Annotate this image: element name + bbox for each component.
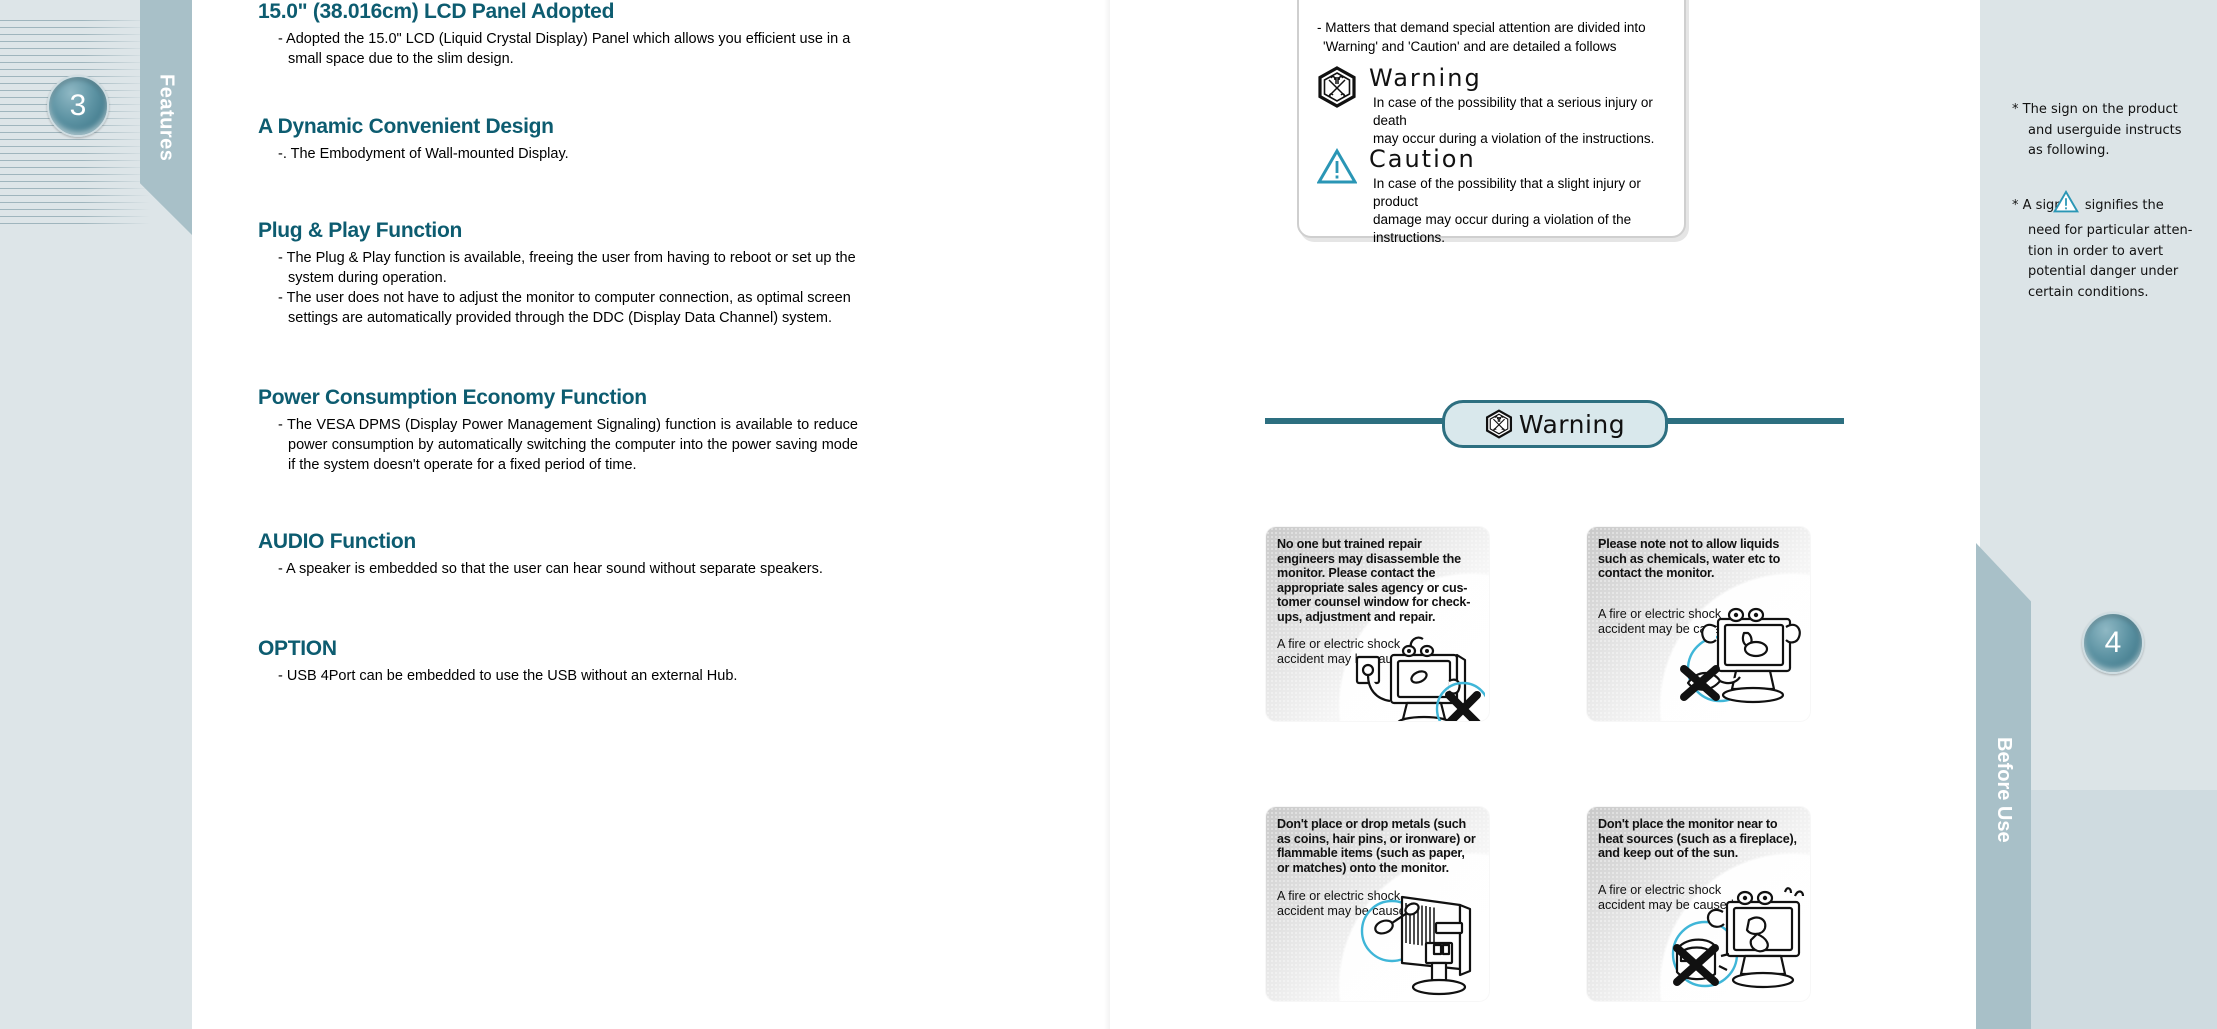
note-line-2: need for particular atten- (2028, 223, 2193, 238)
annotation-note: * The sign on the product and userguide … (2012, 100, 2202, 162)
note-marker: * (2012, 102, 2019, 117)
section-bullet: - The user does not have to adjust the m… (278, 290, 851, 326)
notice-intro-line-2: 'Warning' and 'Caution' and are detailed… (1323, 39, 1617, 54)
page-number-right: 4 (2082, 612, 2144, 674)
warning-sign-definition: Warning In case of the possibility that … (1317, 64, 1669, 148)
sidebar-tab-before-use-label: Before Use (1993, 737, 2015, 843)
caution-sign-body-line-2: damage may occur during a violation of t… (1373, 212, 1632, 245)
annotation-note: * A sign signifies the need for particul… (2012, 189, 2202, 304)
monitor-heat-source-illustration (1671, 887, 1805, 989)
note-marker: * (2012, 197, 2019, 213)
section-banner-label: Warning (1518, 409, 1626, 439)
monitor-plug-character-illustration (1355, 636, 1485, 721)
note-line-5: certain conditions. (2028, 284, 2149, 300)
warning-card-heading: Please note not to allow liquids such as… (1598, 537, 1781, 581)
section-audio-function: AUDIO Function - A speaker is embedded s… (258, 530, 858, 579)
banner-rule-right (1654, 418, 1844, 424)
warning-card: Don't place or drop metals (such as coin… (1266, 807, 1489, 1001)
notice-intro-line-1: - Matters that demand special attention … (1317, 20, 1646, 35)
section-banner-warning: Warning (1442, 400, 1668, 448)
section-bullet: - The VESA DPMS (Display Power Managemen… (278, 417, 858, 473)
section-bullet: - A speaker is embedded so that the user… (278, 561, 823, 577)
warning-card-heading: Don't place or drop metals (such as coin… (1277, 817, 1476, 875)
banner-rule-left (1265, 418, 1450, 424)
monitor-vent-metal-drop-illustration (1360, 895, 1472, 996)
section-dynamic-design: A Dynamic Convenient Design -. The Embod… (258, 115, 858, 164)
warning-caution-definition-box: - Matters that demand special attention … (1297, 0, 1686, 245)
caution-sign-title: Caution (1369, 145, 1476, 173)
section-title: AUDIO Function (258, 530, 416, 553)
note-post: signifies the (2084, 197, 2164, 213)
warning-hex-icon (1485, 409, 1513, 439)
section-option: OPTION - USB 4Port can be embedded to us… (258, 637, 858, 686)
monitor-liquid-spill-illustration (1680, 607, 1801, 704)
notice-intro: - Matters that demand special attention … (1317, 18, 1667, 56)
section-title: A Dynamic Convenient Design (258, 115, 554, 138)
section-bullet: - Adopted the 15.0" LCD (Liquid Crystal … (278, 31, 851, 67)
section-plug-and-play: Plug & Play Function - The Plug & Play f… (258, 219, 858, 328)
caution-sign-body-line-1: In case of the possibility that a slight… (1373, 176, 1641, 209)
note-line-2: and userguide instructs (2028, 122, 2182, 138)
note-line-3: as following. (2028, 143, 2110, 158)
caution-triangle-icon (1316, 148, 1358, 191)
warning-card: Don't place the monitor near to heat sou… (1587, 807, 1810, 1001)
warning-hex-icon (1317, 66, 1357, 108)
note-line-4: potential danger under (2028, 264, 2179, 279)
section-title: Power Consumption Economy Function (258, 386, 647, 409)
section-lcd-panel: 15.0" (38.016cm) LCD Panel Adopted - Ado… (258, 0, 858, 69)
warning-card: Please note not to allow liquids such as… (1587, 527, 1810, 721)
section-power-consumption: Power Consumption Economy Function - The… (258, 386, 858, 475)
features-article: 15.0" (38.016cm) LCD Panel Adopted - Ado… (258, 0, 858, 722)
warning-card: No one but trained repair engineers may … (1266, 527, 1489, 721)
sidebar-tab-features-label: Features (155, 73, 178, 162)
right-decorative-panel-inner (2014, 790, 2217, 1029)
note-line-3: tion in order to avert (2028, 243, 2164, 259)
right-annotations: * The sign on the product and userguide … (2012, 100, 2202, 321)
section-title: 15.0" (38.016cm) LCD Panel Adopted (258, 0, 615, 23)
note-line-1: The sign on the product (2022, 102, 2178, 117)
section-bullet: - USB 4Port can be embedded to use the U… (278, 668, 738, 684)
section-title: Plug & Play Function (258, 219, 463, 242)
warning-sign-body-line-1: In case of the possibility that a seriou… (1373, 95, 1653, 128)
warning-card-heading: No one but trained repair engineers may … (1277, 537, 1471, 624)
section-bullet: -. The Embodyment of Wall-mounted Displa… (278, 146, 569, 162)
page-number-left: 3 (47, 75, 109, 137)
caution-triangle-icon (2052, 189, 2079, 222)
warning-sign-title: Warning (1369, 64, 1482, 92)
caution-sign-definition: Caution In case of the possibility that … (1316, 145, 1673, 247)
left-page: Features 3 15.0" (38.016cm) LCD Panel Ad… (0, 0, 1110, 1029)
section-title: OPTION (258, 637, 337, 660)
warning-card-heading: Don't place the monitor near to heat sou… (1598, 817, 1797, 861)
section-bullet: - The Plug & Play function is available,… (278, 250, 856, 286)
